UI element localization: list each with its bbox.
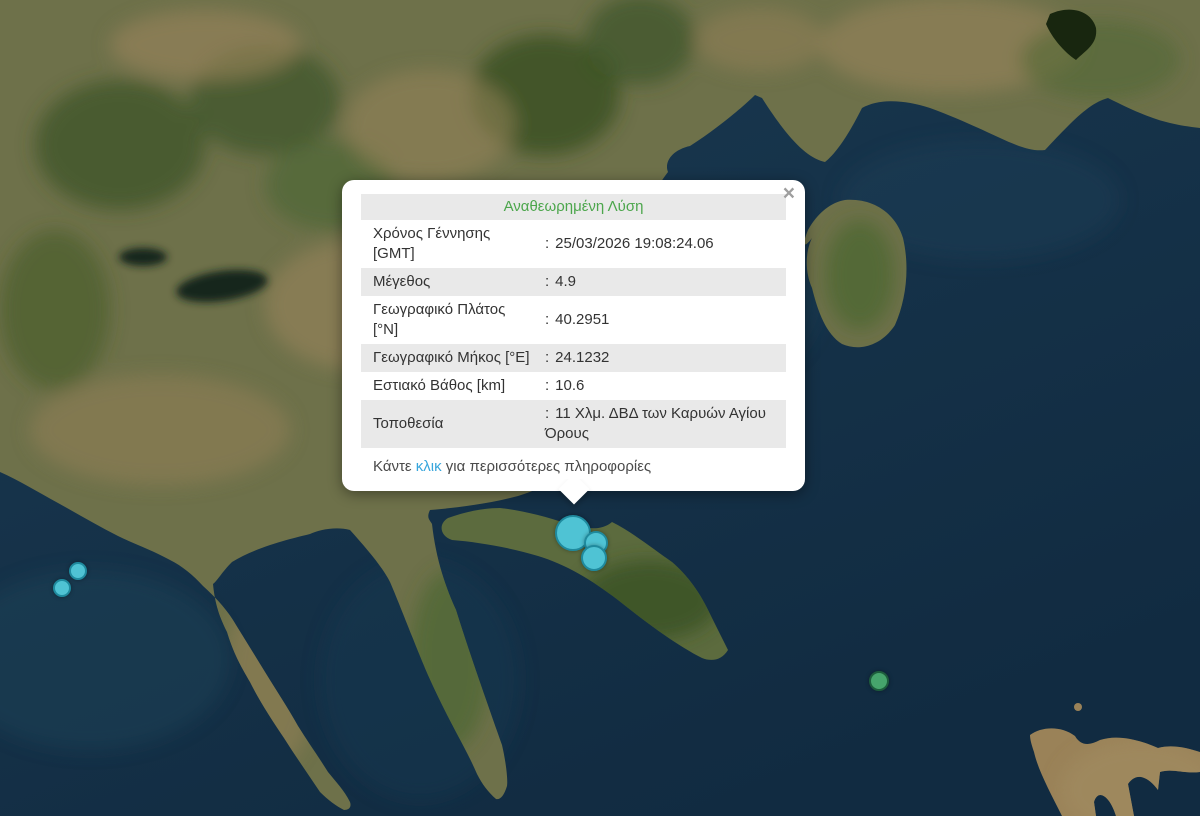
- table-row-location: Τοποθεσία :11 Χλμ. ΔΒΔ των Καρυών Αγίου …: [361, 400, 786, 448]
- colon-separator: :: [545, 311, 549, 328]
- row-value: :40.2951: [545, 308, 786, 332]
- earthquake-marker[interactable]: [581, 545, 607, 571]
- table-row-latitude: Γεωγραφικό Πλάτος [°N] :40.2951: [361, 296, 786, 344]
- depth-value: 10.6: [555, 377, 584, 394]
- earthquake-marker[interactable]: [69, 562, 87, 580]
- table-row-longitude: Γεωγραφικό Μήκος [°E] :24.1232: [361, 344, 786, 372]
- latitude-value: 40.2951: [555, 311, 609, 328]
- row-value: :25/03/2026 19:08:24.06: [545, 232, 786, 256]
- table-row-depth: Εστιακό Βάθος [km] :10.6: [361, 372, 786, 400]
- row-value: :24.1232: [545, 346, 786, 370]
- row-label: Εστιακό Βάθος [km]: [361, 374, 545, 398]
- row-value: :10.6: [545, 374, 786, 398]
- colon-separator: :: [545, 377, 549, 394]
- small-islet: [1074, 703, 1082, 711]
- row-label: Μέγεθος: [361, 270, 545, 294]
- lake-koronia: [119, 248, 167, 266]
- row-value: :4.9: [545, 270, 786, 294]
- row-label: Γεωγραφικό Πλάτος [°N]: [361, 298, 545, 342]
- footer-text-before: Κάντε: [373, 458, 412, 475]
- longitude-value: 24.1232: [555, 349, 609, 366]
- popup-footer: Κάντε κλικ για περισσότερες πληροφορίες: [361, 457, 786, 479]
- location-value: 11 Χλμ. ΔΒΔ των Καρυών Αγίου Όρους: [545, 405, 766, 442]
- colon-separator: :: [545, 273, 549, 290]
- row-value: :11 Χλμ. ΔΒΔ των Καρυών Αγίου Όρους: [545, 402, 786, 446]
- row-label: Τοποθεσία: [361, 412, 545, 436]
- origin-time-value: 25/03/2026 19:08:24.06: [555, 235, 713, 252]
- earthquake-marker-green[interactable]: [869, 671, 889, 691]
- colon-separator: :: [545, 349, 549, 366]
- colon-separator: :: [545, 405, 549, 422]
- popup-content: Αναθεωρημένη Λύση Χρόνος Γέννησης [GMT] …: [361, 194, 786, 479]
- table-row-magnitude: Μέγεθος :4.9: [361, 268, 786, 296]
- magnitude-value: 4.9: [555, 273, 576, 290]
- row-label: Γεωγραφικό Μήκος [°E]: [361, 346, 545, 370]
- footer-text-after: για περισσότερες πληροφορίες: [446, 458, 651, 475]
- table-row-origin-time: Χρόνος Γέννησης [GMT] :25/03/2026 19:08:…: [361, 220, 786, 268]
- close-icon[interactable]: ×: [783, 183, 795, 204]
- popup-title: Αναθεωρημένη Λύση: [361, 194, 786, 220]
- earthquake-popup: × Αναθεωρημένη Λύση Χρόνος Γέννησης [GMT…: [342, 180, 805, 491]
- colon-separator: :: [545, 235, 549, 252]
- earthquake-marker[interactable]: [53, 579, 71, 597]
- row-label: Χρόνος Γέννησης [GMT]: [361, 222, 545, 266]
- more-info-link[interactable]: κλικ: [416, 458, 442, 475]
